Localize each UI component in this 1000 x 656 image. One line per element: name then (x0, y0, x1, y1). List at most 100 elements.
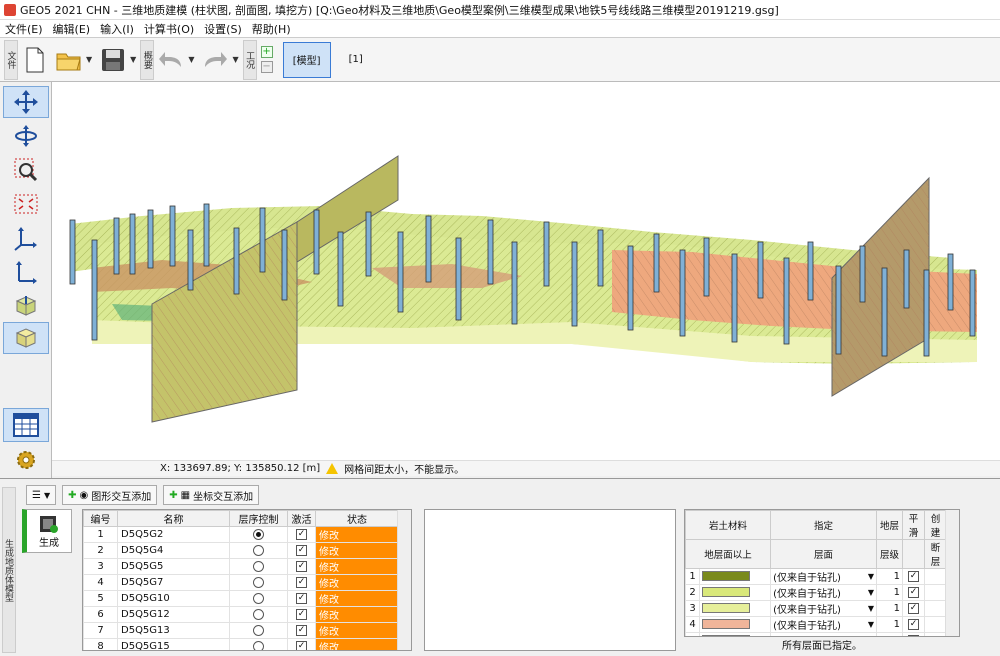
axes-button[interactable] (3, 222, 49, 254)
layer-create-fault[interactable] (924, 568, 947, 585)
order-radio[interactable] (253, 624, 264, 636)
layer-assign[interactable]: (仅来自于钻孔) ▼ (770, 600, 877, 617)
redo-dropdown-icon[interactable]: ▼ (232, 55, 238, 64)
smooth-checkbox[interactable]: ✓ (908, 618, 919, 630)
coord-add-button[interactable]: ✚ ▦ 坐标交互添加 (163, 485, 260, 505)
undo-button[interactable] (156, 42, 186, 78)
layer-material[interactable] (698, 600, 772, 617)
layer-level[interactable]: 1 (876, 568, 903, 585)
open-dropdown-icon[interactable]: ▼ (86, 55, 92, 64)
order-radio[interactable] (253, 592, 264, 604)
graphic-add-button[interactable]: ✚ ◉ 图形交互添加 (62, 485, 158, 505)
smooth-checkbox[interactable]: ✓ (908, 602, 919, 614)
model-3d-viewport[interactable] (52, 82, 1000, 460)
order-radio[interactable] (253, 608, 264, 620)
cell-status: 修改 (315, 606, 399, 623)
layer-smooth: ✓ (902, 568, 925, 585)
menu-settings[interactable]: 设置(S) (199, 21, 247, 37)
active-checkbox[interactable]: ✓ (296, 544, 307, 556)
geological-model-render (69, 155, 977, 423)
save-dropdown-icon[interactable]: ▼ (130, 55, 136, 64)
stage-1-tab[interactable]: [1] (349, 54, 363, 65)
order-radio[interactable] (253, 528, 264, 540)
table-view-button[interactable] (3, 408, 49, 442)
layer-create-fault[interactable] (924, 600, 947, 617)
cell-status: 修改 (315, 526, 399, 543)
active-checkbox[interactable]: ✓ (296, 592, 307, 604)
view-3d-button[interactable] (3, 322, 49, 354)
active-checkbox[interactable]: ✓ (296, 640, 307, 650)
table-row[interactable]: 7 D5Q5G13 ✓ 修改 (83, 622, 399, 639)
order-radio[interactable] (253, 544, 264, 556)
layer-level[interactable]: 1 (876, 600, 903, 617)
add-stage-button[interactable]: + (260, 46, 273, 58)
new-file-button[interactable] (20, 42, 50, 78)
table-row[interactable]: 3 D5Q5G5 ✓ 修改 (83, 558, 399, 575)
rotate-tool-button[interactable] (3, 120, 49, 152)
remove-stage-button[interactable]: − (260, 61, 273, 73)
layer-material[interactable] (698, 616, 772, 633)
table-row[interactable]: 4 D5Q5G7 ✓ 修改 (83, 574, 399, 591)
smooth-checkbox[interactable]: ✓ (908, 586, 919, 598)
settings-button[interactable] (3, 444, 49, 476)
layer-row[interactable]: 3 (仅来自于钻孔) ▼ 1 ✓ (685, 600, 947, 617)
layers-scrollbar[interactable] (945, 510, 959, 636)
menu-report[interactable]: 计算书(O) (139, 21, 199, 37)
material-swatch (702, 571, 750, 581)
menu-input[interactable]: 输入(I) (95, 21, 139, 37)
undo-dropdown-icon[interactable]: ▼ (188, 55, 194, 64)
view-top-button[interactable] (3, 290, 49, 322)
order-radio[interactable] (253, 576, 264, 588)
layer-material[interactable] (698, 584, 772, 601)
col-order[interactable]: 层序控制 (229, 510, 288, 527)
open-file-button[interactable] (54, 42, 84, 78)
list-view-dropdown[interactable]: ☰ ▼ (26, 485, 57, 505)
layer-row[interactable]: 2 (仅来自于钻孔) ▼ 1 ✓ (685, 584, 947, 601)
redo-button[interactable] (200, 42, 230, 78)
table-row[interactable]: 8 D5Q5G15 ✓ 修改 (83, 638, 399, 650)
menu-help[interactable]: 帮助(H) (247, 21, 296, 37)
tab-model[interactable]: [模型] (282, 41, 331, 78)
table-row[interactable]: 2 D5Q5G4 ✓ 修改 (83, 542, 399, 559)
layer-create-fault[interactable] (924, 616, 947, 633)
generate-label: 生成 (39, 537, 59, 549)
smooth-checkbox[interactable]: ✓ (908, 570, 919, 582)
active-checkbox[interactable]: ✓ (296, 528, 307, 540)
layer-assign[interactable]: (仅来自于钻孔) ▼ (770, 616, 877, 633)
col-active[interactable]: 激活 (287, 510, 316, 527)
layer-level[interactable]: 1 (876, 616, 903, 633)
fit-view-button[interactable] (3, 188, 49, 220)
table-row[interactable]: 5 D5Q5G10 ✓ 修改 (83, 590, 399, 607)
layer-assign[interactable]: (仅来自于钻孔) ▼ (770, 568, 877, 585)
layer-row[interactable]: 4 (仅来自于钻孔) ▼ 1 ✓ (685, 616, 947, 633)
layer-level[interactable]: 1 (876, 584, 903, 601)
active-checkbox[interactable]: ✓ (296, 608, 307, 620)
zoom-tool-button[interactable] (3, 154, 49, 186)
move-tool-button[interactable] (3, 86, 49, 118)
layer-assign[interactable]: (仅来自于钻孔) ▼ (770, 584, 877, 601)
preview-pane (424, 509, 676, 651)
list-icon: ☰ (32, 489, 41, 501)
layer-create-fault[interactable] (924, 584, 947, 601)
menu-file[interactable]: 文件(E) (0, 21, 48, 37)
generate-button[interactable]: 生成 (22, 509, 72, 553)
save-button[interactable] (98, 42, 128, 78)
col-number[interactable]: 编号 (83, 510, 118, 527)
axis-button[interactable] (3, 256, 49, 288)
table-row[interactable]: 6 D5Q5G12 ✓ 修改 (83, 606, 399, 623)
menu-edit[interactable]: 编辑(E) (48, 21, 96, 37)
assign-value: (仅来自于钻孔) (773, 589, 841, 600)
active-checkbox[interactable]: ✓ (296, 624, 307, 636)
active-checkbox[interactable]: ✓ (296, 560, 307, 572)
table-row[interactable]: 1 D5Q5G2 ✓ 修改 (83, 526, 399, 543)
order-radio[interactable] (253, 640, 264, 650)
col-name[interactable]: 名称 (117, 510, 230, 527)
col-status[interactable]: 状态 (315, 510, 399, 527)
layer-row[interactable]: 1 (仅来自于钻孔) ▼ 1 ✓ (685, 568, 947, 585)
order-radio[interactable] (253, 560, 264, 572)
cell-active: ✓ (287, 542, 316, 559)
cell-active: ✓ (287, 590, 316, 607)
layer-material[interactable] (698, 568, 772, 585)
active-checkbox[interactable]: ✓ (296, 576, 307, 588)
borehole-scrollbar[interactable] (397, 510, 411, 650)
